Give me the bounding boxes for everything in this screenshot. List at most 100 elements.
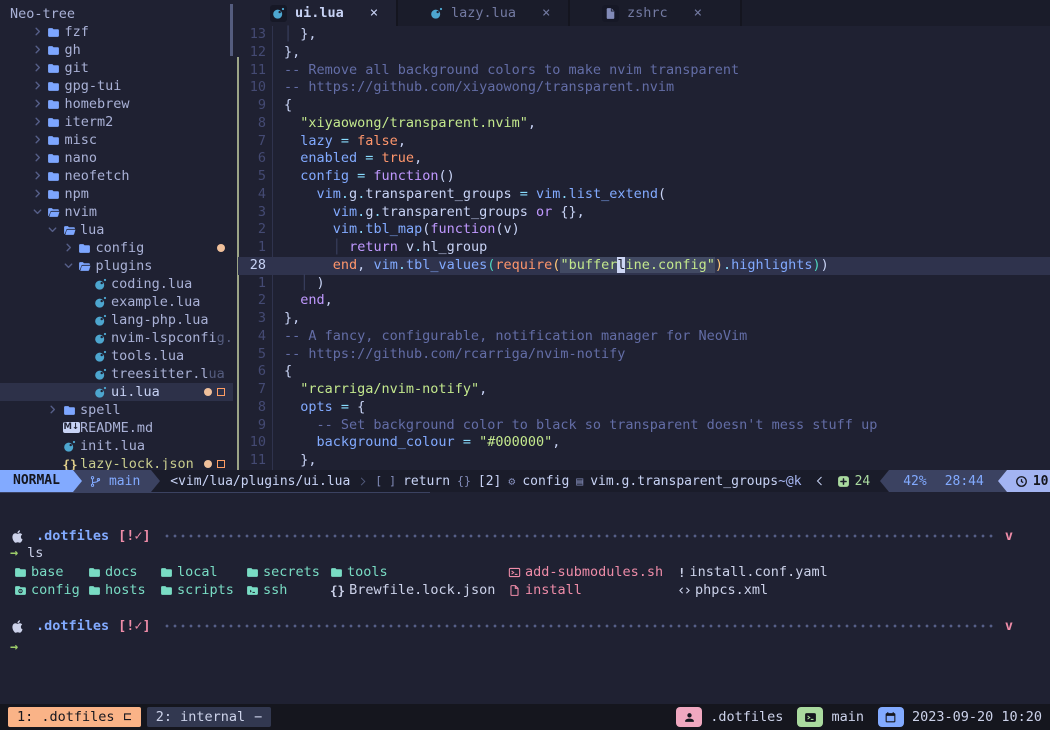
plus-icon bbox=[837, 475, 850, 488]
neotree-scrollbar[interactable] bbox=[230, 4, 233, 56]
folder-icon bbox=[47, 170, 60, 183]
ls-entry-docs: docs bbox=[88, 563, 138, 581]
modified-dot-icon bbox=[204, 460, 212, 468]
field-icon: ▤ bbox=[576, 474, 583, 488]
chevron-right-icon[interactable] bbox=[32, 188, 43, 199]
ls-entry-install: install bbox=[508, 581, 582, 599]
apple-icon bbox=[10, 619, 25, 634]
close-icon[interactable]: × bbox=[370, 5, 378, 21]
chevron-right-icon[interactable] bbox=[32, 134, 43, 145]
tmux-window-2internal[interactable]: 2: internal− bbox=[147, 707, 272, 727]
tree-item-tools.lua[interactable]: tools.lua bbox=[0, 347, 233, 365]
tree-item-nano[interactable]: nano bbox=[0, 149, 233, 167]
empty-prompt[interactable]: → bbox=[0, 638, 1050, 656]
line-number: 6 bbox=[238, 363, 273, 381]
ls-entry-ssh: ssh bbox=[246, 581, 287, 599]
chevron-right-icon bbox=[357, 476, 368, 487]
tree-item-init.lua[interactable]: init.lua bbox=[0, 437, 233, 455]
tree-item-label: gpg-tui bbox=[65, 77, 122, 95]
lua-file-icon bbox=[430, 7, 443, 20]
code-line: 5 config = function() bbox=[238, 168, 1050, 186]
tree-item-ui.lua[interactable]: ui.lua bbox=[0, 383, 233, 401]
neotree-title: Neo-tree bbox=[10, 5, 75, 23]
tree-item-plugins[interactable]: plugins bbox=[0, 257, 233, 275]
chevron-right-icon[interactable] bbox=[32, 26, 43, 37]
tree-item-example.lua[interactable]: example.lua bbox=[0, 293, 233, 311]
tree-item-neofetch[interactable]: neofetch bbox=[0, 167, 233, 185]
tmux-window-1.dotfiles[interactable]: 1: .dotfiles⊏ bbox=[8, 707, 141, 727]
ls-output-row: confighostsscriptsssh{}Brewfile.lock.jso… bbox=[0, 581, 1050, 599]
line-number: 10 bbox=[238, 79, 273, 97]
tree-item-iterm2[interactable]: iterm2 bbox=[0, 113, 233, 131]
tree-item-npm[interactable]: npm bbox=[0, 185, 233, 203]
modified-dot-icon bbox=[204, 388, 212, 396]
tree-item-label: homebrew bbox=[65, 95, 130, 113]
code-line: 11-- Remove all background colors to mak… bbox=[238, 62, 1050, 80]
cursor-position: 28:44 bbox=[945, 474, 984, 489]
tree-item-git[interactable]: git bbox=[0, 59, 233, 77]
chevron-right-icon[interactable] bbox=[32, 170, 43, 181]
tree-item-homebrew[interactable]: homebrew bbox=[0, 95, 233, 113]
tree-item-gh[interactable]: gh bbox=[0, 41, 233, 59]
chevron-right-icon[interactable] bbox=[63, 242, 74, 253]
tree-item-spell[interactable]: spell bbox=[0, 401, 233, 419]
code-line: 7 lazy = false, bbox=[238, 133, 1050, 151]
tree-item-treesitter.l[interactable]: treesitter.lua bbox=[0, 365, 233, 383]
close-icon[interactable]: × bbox=[694, 5, 702, 21]
tree-item-README.md[interactable]: M↓README.md bbox=[0, 419, 233, 437]
breadcrumb-item: config bbox=[522, 474, 569, 489]
tree-item-label: ui.lua bbox=[111, 383, 160, 401]
staged-square-icon bbox=[217, 460, 225, 468]
neotree-panel: Neo-tree fzfghgitgpg-tuihomebrewiterm2mi… bbox=[0, 0, 233, 470]
macro-indicator: ~@k bbox=[778, 474, 801, 489]
ls-entry-tools: tools bbox=[330, 563, 388, 581]
chevron-right-icon[interactable] bbox=[32, 44, 43, 55]
tab-lazy.lua[interactable]: lazy.lua× bbox=[398, 0, 570, 26]
terminal-pane[interactable]: .dotfiles[!✓]v→lsbasedocslocalsecretstoo… bbox=[0, 493, 1050, 704]
tree-item-config[interactable]: config bbox=[0, 239, 233, 257]
tree-item-label: git bbox=[65, 59, 89, 77]
chevron-down-icon[interactable] bbox=[32, 206, 43, 217]
chevron-down-icon[interactable] bbox=[63, 260, 74, 271]
tree-item-nvim-lspconfi[interactable]: nvim-lspconfig. bbox=[0, 329, 233, 347]
line-number: 3 bbox=[238, 204, 273, 222]
tree-item-gpg-tui[interactable]: gpg-tui bbox=[0, 77, 233, 95]
braces-icon: {} bbox=[330, 584, 345, 597]
tree-item-label: iterm2 bbox=[65, 113, 114, 131]
chevron-down-icon[interactable] bbox=[47, 224, 58, 235]
tab-ui.lua[interactable]: ui.lua× bbox=[238, 0, 398, 26]
lua-icon bbox=[94, 278, 107, 291]
tree-item-misc[interactable]: misc bbox=[0, 131, 233, 149]
folder-open-icon bbox=[63, 224, 76, 237]
code-line: 10-- https://github.com/xiyaowong/transp… bbox=[238, 79, 1050, 97]
tree-item-label: lang-php.lua bbox=[111, 311, 209, 329]
code-line: 1 │ ) bbox=[238, 275, 1050, 293]
breadcrumb: [ ]return{}[2]⚙config▤vim.g.transparent_… bbox=[375, 474, 778, 489]
tree-item-fzf[interactable]: fzf bbox=[0, 23, 233, 41]
apple-icon bbox=[10, 529, 25, 544]
ls-entry-Brewfile.lock.json: {}Brewfile.lock.json bbox=[330, 581, 495, 599]
close-icon[interactable]: × bbox=[542, 5, 550, 21]
tab-zshrc[interactable]: zshrc× bbox=[570, 0, 742, 26]
tree-item-nvim[interactable]: nvim bbox=[0, 203, 233, 221]
line-number: 13 bbox=[238, 26, 273, 44]
folder-open-icon bbox=[78, 260, 91, 273]
scroll-position-segment: 42% 28:44 bbox=[889, 470, 998, 492]
code-line: 12}, bbox=[238, 44, 1050, 62]
tree-item-coding.lua[interactable]: coding.lua bbox=[0, 275, 233, 293]
chevron-right-icon[interactable] bbox=[32, 98, 43, 109]
session-badge bbox=[676, 707, 702, 727]
folder-gear-icon bbox=[14, 584, 27, 597]
prompt-git-status: [!✓] bbox=[118, 527, 151, 545]
chevron-right-icon[interactable] bbox=[32, 152, 43, 163]
folder-icon bbox=[47, 62, 60, 75]
tmux-git-branch: main bbox=[831, 709, 864, 725]
tree-item-lang-php.lua[interactable]: lang-php.lua bbox=[0, 311, 233, 329]
chevron-right-icon[interactable] bbox=[32, 116, 43, 127]
code-area[interactable]: 13│ },12},11-- Remove all background col… bbox=[238, 26, 1050, 470]
chevron-right-icon[interactable] bbox=[32, 80, 43, 91]
chevron-right-icon[interactable] bbox=[47, 404, 58, 415]
chevron-right-icon[interactable] bbox=[32, 62, 43, 73]
tree-item-lua[interactable]: lua bbox=[0, 221, 233, 239]
tmux-datetime: 2023-09-20 10:20 bbox=[912, 709, 1042, 725]
